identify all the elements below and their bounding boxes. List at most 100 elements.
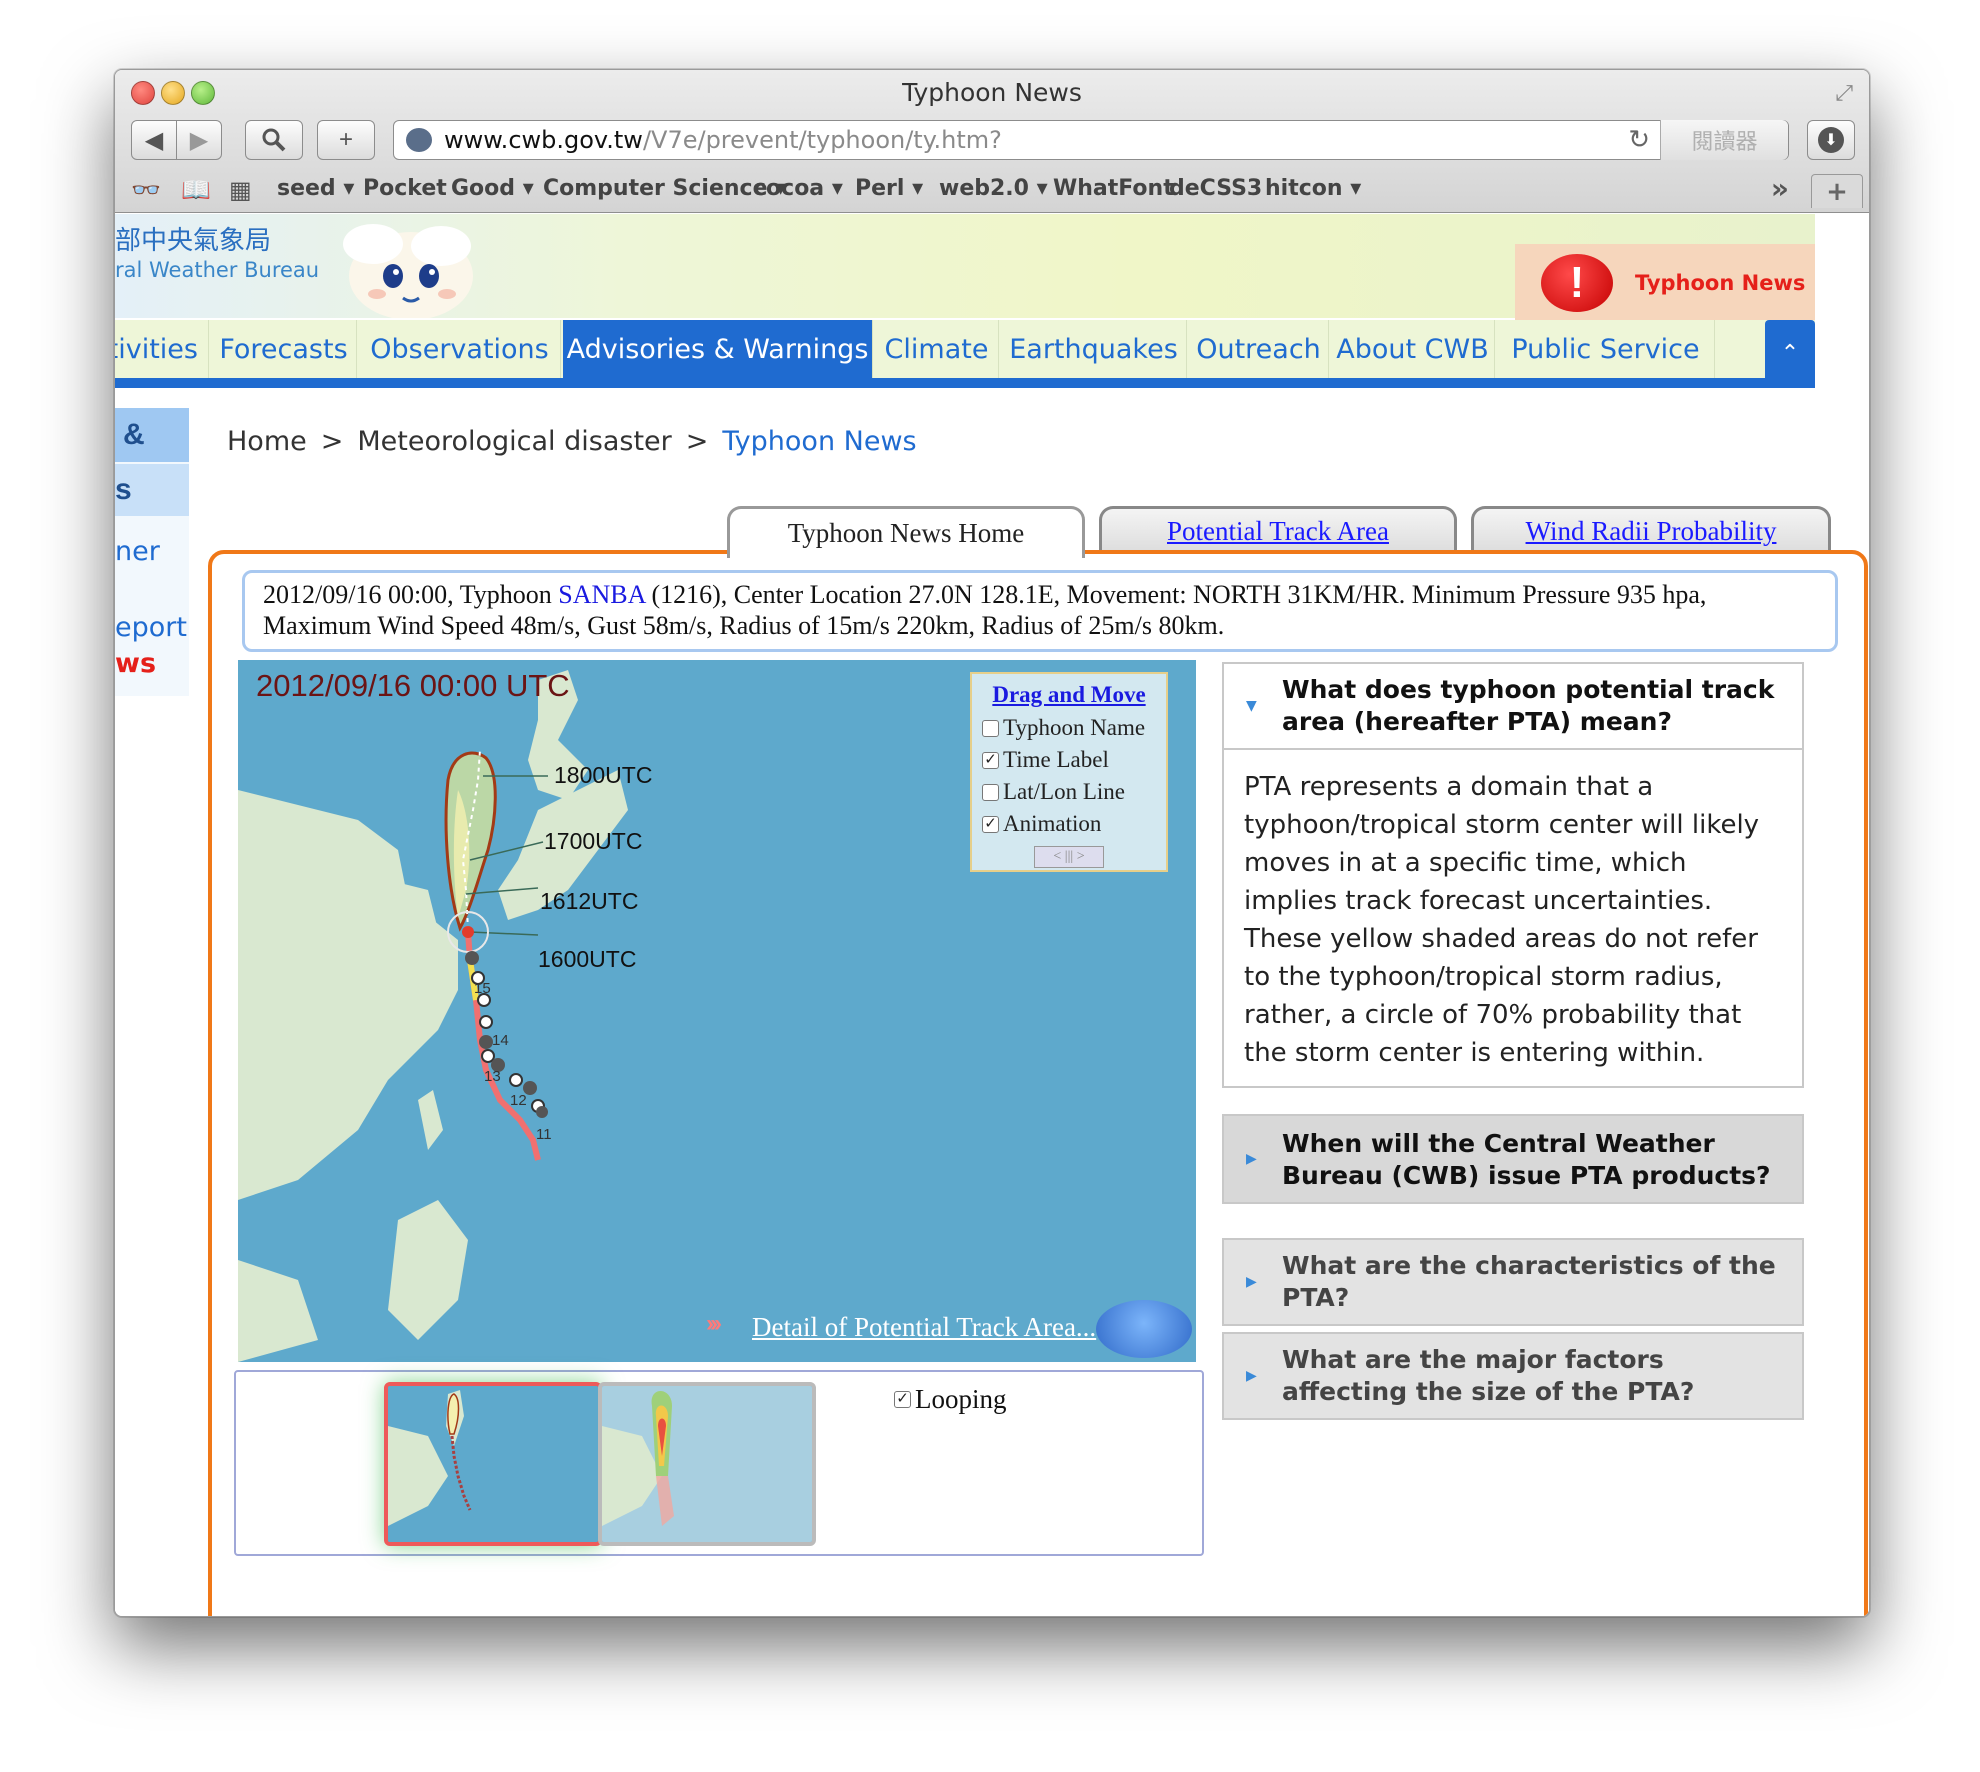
looping-option[interactable]: ✓ Looping <box>894 1384 1007 1415</box>
page-content: 部中央氣象局 ral Weather Bureau ! Typhoon News… <box>115 214 1869 1616</box>
track-number-12: 12 <box>510 1092 527 1109</box>
site-favicon-icon <box>406 128 432 152</box>
nav-item-about-cwb[interactable]: About CWB <box>1331 320 1495 378</box>
add-bookmark-button[interactable]: + <box>317 120 375 160</box>
bookmark-computer-science[interactable]: Computer Science ▾ <box>543 176 786 201</box>
thumbnail-track-map[interactable] <box>384 1382 602 1546</box>
nav-item-forecasts[interactable]: Forecasts <box>211 320 357 378</box>
side-link-1[interactable]: ner <box>115 536 160 567</box>
breadcrumb-home[interactable]: Home <box>227 426 307 457</box>
forward-button[interactable]: ▶ <box>176 120 222 160</box>
nav-item-outreach[interactable]: Outreach <box>1189 320 1329 378</box>
magnifier-icon <box>262 128 286 152</box>
thumbnail-wind-radii[interactable] <box>598 1382 816 1546</box>
typhoon-news-alert[interactable]: ! Typhoon News <box>1515 244 1815 322</box>
breadcrumb-current[interactable]: Typhoon News <box>722 426 916 457</box>
collapse-nav-chevron-up-icon[interactable]: ⌃ <box>1765 320 1815 386</box>
search-button[interactable] <box>245 120 303 160</box>
reader-button[interactable]: 閱讀器 <box>1660 120 1788 160</box>
option-animation[interactable]: ✓ Animation <box>982 808 1156 840</box>
bookmark-seed[interactable]: seed ▾ <box>277 176 354 201</box>
track-number-13: 13 <box>484 1068 501 1085</box>
window-title: Typhoon News <box>902 78 1082 107</box>
reading-list-icon[interactable]: 👓 <box>131 176 161 204</box>
bookmark-good[interactable]: Good ▾ <box>451 176 534 201</box>
faq-item-cwb-issue: ▶ When will the Central Weather Bureau (… <box>1222 1114 1804 1204</box>
nav-item-observations[interactable]: Observations <box>359 320 561 378</box>
animation-slider[interactable]: < ||| > <box>1034 846 1104 868</box>
option-label: Typhoon Name <box>1003 715 1146 740</box>
typhoon-info-box: 2012/09/16 00:00, Typhoon SANBA (1216), … <box>242 570 1838 652</box>
faq-question-text: What are the characteristics of the PTA? <box>1282 1251 1776 1312</box>
alert-label: Typhoon News <box>1635 271 1806 295</box>
tab-typhoon-news-home[interactable]: Typhoon News Home <box>727 506 1085 558</box>
time-label-checkbox[interactable]: ✓ <box>982 751 999 769</box>
plus-icon: + <box>338 126 353 153</box>
faq-question[interactable]: ▶ What are the characteristics of the PT… <box>1224 1240 1802 1324</box>
breadcrumb-separator: > <box>685 426 709 457</box>
tab-wind-radii-probability[interactable]: Wind Radii Probability <box>1471 506 1831 554</box>
faq-question[interactable]: ▶ What are the major factors affecting t… <box>1224 1334 1802 1418</box>
bookmark-decss3[interactable]: deCSS3 <box>1169 176 1262 201</box>
fullscreen-icon[interactable]: ⤢ <box>1835 80 1853 106</box>
drag-and-move-link[interactable]: Drag and Move <box>982 682 1156 708</box>
typhoon-track-map[interactable]: 2012/09/16 00:00 UTC 1800UTC 1700UTC 161… <box>238 660 1196 1362</box>
breadcrumb-meteorological-disaster[interactable]: Meteorological disaster <box>357 426 671 457</box>
bookmark-whatfont[interactable]: WhatFont <box>1053 176 1174 201</box>
track-label-1700: 1700UTC <box>544 828 643 854</box>
side-menu-header[interactable]: & <box>115 408 189 462</box>
track-number-15: 15 <box>474 980 491 997</box>
tab-potential-track-area[interactable]: Potential Track Area <box>1099 506 1457 554</box>
bookmarks-book-icon[interactable]: 📖 <box>181 176 211 204</box>
info-prefix: 2012/09/16 00:00, Typhoon <box>263 580 559 609</box>
side-link-3[interactable]: ws <box>115 648 156 679</box>
nav-item-activities[interactable]: tivities <box>115 320 209 378</box>
address-bar[interactable]: www.cwb.gov.tw/V7e/prevent/typhoon/ty.ht… <box>393 120 1789 160</box>
site-logo-chinese[interactable]: 部中央氣象局 <box>115 220 271 257</box>
animation-checkbox[interactable]: ✓ <box>982 815 999 833</box>
back-button[interactable]: ◀ <box>131 120 177 160</box>
track-label-1600: 1600UTC <box>538 946 637 972</box>
map-control-box: Drag and Move Typhoon Name ✓ Time Label L… <box>970 672 1168 872</box>
bookmark-cocoa[interactable]: cocoa ▾ <box>753 176 843 201</box>
option-label: Time Label <box>1003 747 1109 772</box>
new-tab-button[interactable]: + <box>1811 174 1863 208</box>
potential-track-area-cone <box>444 751 497 932</box>
option-time-label[interactable]: ✓ Time Label <box>982 744 1156 776</box>
reload-icon[interactable]: ↻ <box>1628 125 1650 155</box>
nav-item-public-service[interactable]: Public Service <box>1497 320 1715 378</box>
bookmark-pocket[interactable]: Pocket <box>363 176 447 201</box>
faq-item-characteristics: ▶ What are the characteristics of the PT… <box>1222 1238 1804 1326</box>
url-path: /V7e/prevent/typhoon/ty.htm? <box>642 126 1002 154</box>
nav-item-climate[interactable]: Climate <box>875 320 999 378</box>
bookmarks-bar: 👓 📖 ▦ seed ▾ Pocket Good ▾ Computer Scie… <box>115 168 1869 210</box>
detail-link[interactable]: Detail of Potential Track Area... <box>752 1312 1096 1343</box>
side-link-2[interactable]: eport <box>115 612 187 643</box>
typhoon-name-checkbox[interactable] <box>982 719 999 737</box>
download-arrow-icon: ⬇ <box>1818 127 1844 153</box>
faq-question[interactable]: ▶ When will the Central Weather Bureau (… <box>1224 1116 1802 1202</box>
nav-item-advisories-warnings[interactable]: Advisories & Warnings <box>563 320 873 378</box>
faq-question[interactable]: ▼ What does typhoon potential track area… <box>1224 664 1802 748</box>
bookmark-web2[interactable]: web2.0 ▾ <box>939 176 1048 201</box>
faq-question-text: When will the Central Weather Bureau (CW… <box>1282 1129 1771 1190</box>
back-arrow-icon: ◀ <box>144 126 164 154</box>
cwb-logo-icon <box>1096 1300 1192 1358</box>
bookmark-hitcon[interactable]: hitcon ▾ <box>1265 176 1361 201</box>
option-latlon-line[interactable]: Lat/Lon Line <box>982 776 1156 808</box>
taiwan-landmass <box>418 1090 443 1150</box>
collapsed-triangle-icon: ▶ <box>1246 1151 1257 1167</box>
faq-item-pta-meaning: ▼ What does typhoon potential track area… <box>1222 662 1804 1088</box>
top-sites-grid-icon[interactable]: ▦ <box>229 176 252 204</box>
option-typhoon-name[interactable]: Typhoon Name <box>982 712 1156 744</box>
bookmark-perl[interactable]: Perl ▾ <box>855 176 923 201</box>
site-logo-english[interactable]: ral Weather Bureau <box>115 258 319 282</box>
downloads-button[interactable]: ⬇ <box>1807 120 1855 160</box>
nav-item-earthquakes[interactable]: Earthquakes <box>1001 320 1187 378</box>
more-bookmarks-icon[interactable]: » <box>1771 172 1789 205</box>
looping-checkbox[interactable]: ✓ <box>894 1391 911 1408</box>
browser-chrome: Typhoon News ⤢ ◀ ▶ + www.cwb.gov.tw/V7e/… <box>115 70 1869 213</box>
side-menu-selected[interactable]: s <box>115 464 189 516</box>
latlon-line-checkbox[interactable] <box>982 783 999 801</box>
asia-mainland-landmass <box>238 790 458 1200</box>
